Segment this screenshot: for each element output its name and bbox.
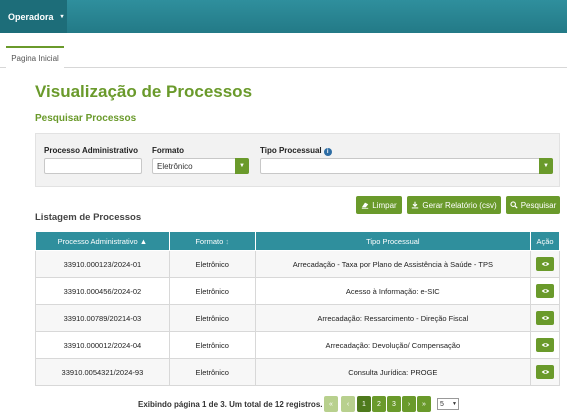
cell-tipo: Consulta Jurídica: PROGE <box>254 358 532 386</box>
table-row: 33910.000456/2024-02 Eletrônico Acesso à… <box>35 277 560 305</box>
eraser-icon <box>362 202 369 209</box>
cell-formato: Eletrônico <box>168 358 256 386</box>
cell-acao <box>530 277 560 305</box>
page-title: Visualização de Processos <box>35 82 253 101</box>
processo-input[interactable] <box>44 158 142 174</box>
eye-icon <box>541 343 549 347</box>
table-row: 33910.000123/2024-01 Eletrônico Arrecada… <box>35 250 560 278</box>
tab-pagina-inicial[interactable]: Pagina Inicial <box>6 46 64 68</box>
last-page-button[interactable]: » <box>417 396 431 412</box>
operadora-menu-label: Operadora <box>8 11 54 22</box>
top-navbar: Operadora ▾ <box>0 0 567 33</box>
pesquisar-label: Pesquisar <box>520 200 557 210</box>
cell-formato: Eletrônico <box>168 250 256 278</box>
view-button[interactable] <box>536 284 554 298</box>
tab-strip: Pagina Inicial <box>0 46 567 68</box>
chevron-down-icon: ▼ <box>452 401 457 407</box>
cell-formato: Eletrônico <box>168 304 256 332</box>
view-button[interactable] <box>536 338 554 352</box>
cell-processo: 33910.000456/2024-02 <box>35 277 170 305</box>
eye-icon <box>541 316 549 320</box>
page-3-button[interactable]: 3 <box>387 396 401 412</box>
view-button[interactable] <box>536 311 554 325</box>
download-icon <box>412 201 419 209</box>
cell-processo: 33910.000123/2024-01 <box>35 250 170 278</box>
eye-icon <box>541 370 549 374</box>
first-page-button[interactable]: « <box>324 396 338 412</box>
cell-processo: 33910.00789/20214-03 <box>35 304 170 332</box>
operadora-menu[interactable]: Operadora ▾ <box>0 0 67 33</box>
col-acao: Ação <box>530 231 560 251</box>
tipo-label: Tipo Processual i <box>260 146 332 156</box>
chevron-down-icon[interactable]: ▼ <box>235 158 249 174</box>
sort-icon: ↕ <box>225 236 230 246</box>
info-icon[interactable]: i <box>323 148 332 156</box>
limpar-label: Limpar <box>372 200 397 210</box>
processo-label: Processo Administrativo <box>44 146 138 155</box>
cell-acao <box>530 304 560 332</box>
formato-select-value: Eletrônico <box>157 161 193 171</box>
sort-asc-icon: ▲ <box>139 236 148 246</box>
processes-table: Processo Administrativo ▲ Formato ↕ Tipo… <box>35 231 560 386</box>
page-size-value: 5 <box>440 400 444 408</box>
page-size-select[interactable]: 5 ▼ <box>437 398 459 410</box>
page-1-button[interactable]: 1 <box>357 396 371 412</box>
table-row: 33910.000012/2024-04 Eletrônico Arrecada… <box>35 331 560 359</box>
next-page-button[interactable]: › <box>402 396 416 412</box>
cell-acao <box>530 250 560 278</box>
list-title: Listagem de Processos <box>35 212 142 223</box>
col-tipo: Tipo Processual <box>254 231 532 251</box>
chevron-down-icon: ▾ <box>60 14 64 20</box>
gerar-relatorio-button[interactable]: Gerar Relatório (csv) <box>407 196 501 214</box>
formato-label: Formato <box>152 146 184 155</box>
search-icon <box>510 201 518 209</box>
cell-formato: Eletrônico <box>168 331 256 359</box>
page-2-button[interactable]: 2 <box>372 396 386 412</box>
formato-select[interactable]: Eletrônico ▼ <box>152 158 249 174</box>
gerar-relatorio-label: Gerar Relatório (csv) <box>422 200 497 210</box>
col-formato-label: Formato <box>195 236 224 246</box>
cell-formato: Eletrônico <box>168 277 256 305</box>
cell-tipo: Arrecadação: Ressarcimento - Direção Fis… <box>254 304 532 332</box>
col-processo-label: Processo Administrativo <box>57 236 138 246</box>
table-header-row: Processo Administrativo ▲ Formato ↕ Tipo… <box>35 231 560 251</box>
table-row: 33910.00789/20214-03 Eletrônico Arrecada… <box>35 304 560 332</box>
search-section-title: Pesquisar Processos <box>35 113 137 124</box>
table-row: 33910.0054321/2024-93 Eletrônico Consult… <box>35 358 560 386</box>
col-formato[interactable]: Formato ↕ <box>168 231 256 251</box>
tipo-label-text: Tipo Processual <box>260 146 322 155</box>
view-button[interactable] <box>536 365 554 379</box>
eye-icon <box>541 262 549 266</box>
col-processo[interactable]: Processo Administrativo ▲ <box>35 231 170 251</box>
cell-acao <box>530 331 560 359</box>
prev-page-button[interactable]: ‹ <box>341 396 355 412</box>
pesquisar-button[interactable]: Pesquisar <box>506 196 560 214</box>
eye-icon <box>541 289 549 293</box>
chevron-down-icon[interactable]: ▼ <box>539 158 553 174</box>
cell-acao <box>530 358 560 386</box>
filters-panel: Processo Administrativo Formato Eletrôni… <box>35 133 560 187</box>
cell-tipo: Acesso à Informação: e-SIC <box>254 277 532 305</box>
view-button[interactable] <box>536 257 554 271</box>
tipo-select[interactable]: ▼ <box>260 158 553 174</box>
cell-tipo: Arrecadação: Devolução/ Compensação <box>254 331 532 359</box>
cell-tipo: Arrecadação - Taxa por Plano de Assistên… <box>254 250 532 278</box>
limpar-button[interactable]: Limpar <box>356 196 402 214</box>
cell-processo: 33910.000012/2024-04 <box>35 331 170 359</box>
pagination-summary: Exibindo página 1 de 3. Um total de 12 r… <box>138 400 323 409</box>
cell-processo: 33910.0054321/2024-93 <box>35 358 170 386</box>
